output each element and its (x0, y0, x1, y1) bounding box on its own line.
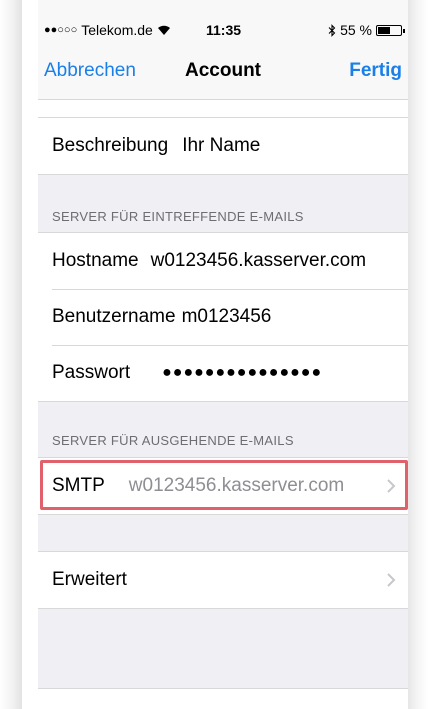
username-label: Benutzername (52, 306, 176, 327)
incoming-section-header: SERVER FÜR EINTREFFENDE E-MAILS (52, 209, 304, 224)
status-bar: ●●○○○ Telekom.de 11:35 55 % (38, 0, 408, 40)
left-shadow (0, 0, 22, 709)
username-row[interactable]: Benutzername m0123456 (38, 289, 408, 345)
smtp-highlight-frame (40, 460, 408, 510)
password-label: Passwort (52, 362, 131, 383)
right-shadow (408, 0, 428, 709)
status-time: 11:35 (206, 22, 242, 38)
password-row[interactable]: Passwort ●●●●●●●●●●●●●●● (38, 345, 408, 401)
battery-level (378, 26, 390, 34)
next-group (38, 688, 408, 709)
wifi-icon (157, 25, 170, 35)
advanced-label: Erweitert (52, 569, 127, 590)
status-bar-left: ●●○○○ Telekom.de (44, 22, 171, 38)
battery-tip (403, 28, 405, 33)
previous-group (38, 100, 408, 118)
navigation-bar: Abbrechen Account Fertig (38, 40, 408, 100)
advanced-row[interactable]: Erweitert (38, 552, 408, 608)
username-value[interactable]: m0123456 (182, 306, 272, 328)
battery-icon (376, 24, 405, 36)
done-button[interactable]: Fertig (349, 60, 402, 82)
advanced-group: Erweitert (38, 551, 408, 609)
bluetooth-icon (328, 23, 336, 37)
outgoing-section-header: SERVER FÜR AUSGEHENDE E-MAILS (52, 433, 294, 448)
battery-percent: 55 % (340, 22, 372, 38)
status-bar-right: 55 % (328, 22, 405, 38)
description-group: Beschreibung Ihr Name (38, 117, 408, 175)
password-value[interactable]: ●●●●●●●●●●●●●●● (162, 364, 322, 382)
incoming-server-group: Hostname w0123456.kasserver.com Benutzer… (38, 232, 408, 402)
hostname-label: Hostname (52, 250, 139, 271)
signal-strength: ●●○○○ (44, 24, 78, 36)
carrier-name: Telekom.de (81, 22, 153, 38)
description-value[interactable]: Ihr Name (182, 135, 260, 157)
description-label: Beschreibung (52, 135, 169, 156)
chevron-right-icon (387, 573, 396, 587)
description-row[interactable]: Beschreibung Ihr Name (38, 118, 408, 174)
hostname-row[interactable]: Hostname w0123456.kasserver.com (38, 233, 408, 289)
hostname-value[interactable]: w0123456.kasserver.com (151, 250, 366, 272)
phone-screen: ●●○○○ Telekom.de 11:35 55 % Abbrechen Ac… (38, 0, 408, 709)
